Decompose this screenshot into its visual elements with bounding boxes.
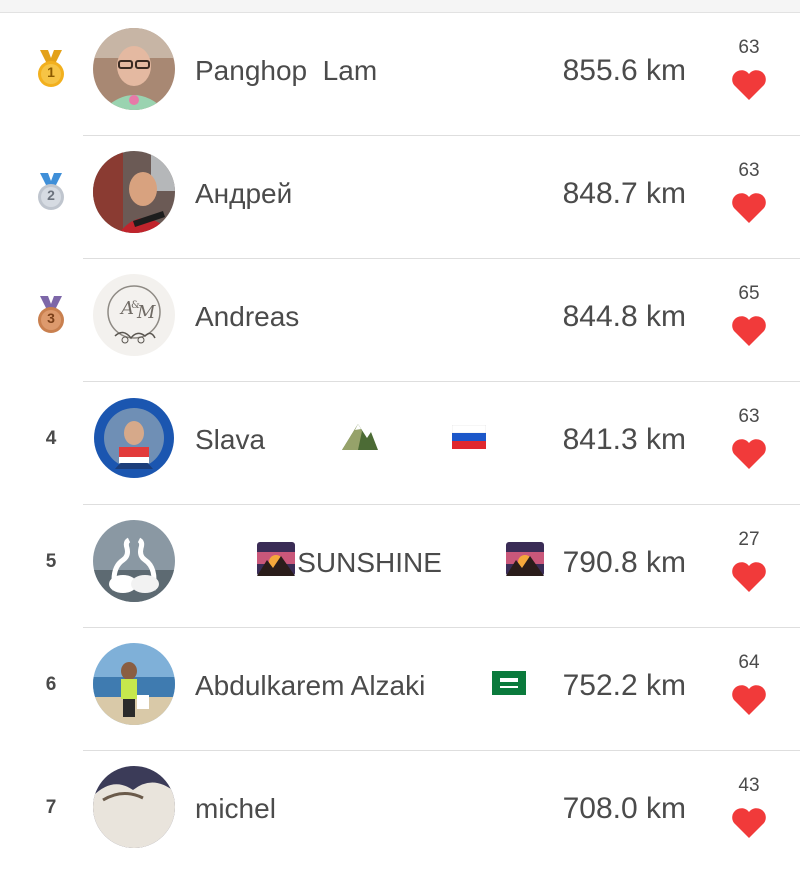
user-name: Андрей xyxy=(195,178,293,209)
avatar[interactable] xyxy=(93,766,175,848)
distance-value: 708.0 km xyxy=(562,792,686,825)
rank-badge: 4 xyxy=(24,417,78,461)
user-name: michel xyxy=(195,793,276,824)
leaderboard-row-1[interactable]: 1 Panghop Lam 855.6 km 63 xyxy=(0,13,800,136)
user-name: Panghop Lam xyxy=(195,55,378,86)
sunset-emoji-icon xyxy=(195,506,296,621)
like-count: 63 xyxy=(738,37,760,58)
gold-medal-icon: 1 xyxy=(34,48,68,92)
avatar[interactable] xyxy=(93,397,175,479)
rank-badge: 6 xyxy=(24,663,78,707)
rank-number: 6 xyxy=(45,674,57,695)
rank-number: 5 xyxy=(45,551,57,572)
user-name-text: Abdulkarem Alzaki xyxy=(195,670,426,701)
like-count: 63 xyxy=(738,160,760,181)
russia-flag-icon xyxy=(389,386,486,494)
distance-value: 841.3 km xyxy=(562,423,686,456)
user-name-text: Slava xyxy=(195,424,266,455)
silver-medal-icon: 2 xyxy=(34,171,68,215)
avatar[interactable] xyxy=(93,151,175,233)
leaderboard-row-2[interactable]: 2 Андрей 848.7 km 63 xyxy=(0,136,800,259)
user-name: Andreas xyxy=(195,301,300,332)
distance-value: 844.8 km xyxy=(562,300,686,333)
leaderboard-row-7[interactable]: 7 michel 708.0 km 43 xyxy=(0,751,800,874)
top-bar xyxy=(0,0,800,13)
avatar[interactable] xyxy=(93,28,175,110)
like-count: 63 xyxy=(738,406,760,427)
heart-icon[interactable] xyxy=(730,560,768,594)
distance-value: 855.6 km xyxy=(562,54,686,87)
rank-badge: 2 xyxy=(24,171,78,215)
bronze-medal-icon: 3 xyxy=(34,294,68,338)
leaderboard-row-5[interactable]: 5 SUNSHINE 790.8 km 27 xyxy=(0,505,800,628)
user-name-text: SUNSHINE xyxy=(297,547,442,578)
leaderboard-row-4[interactable]: 4 Slava 841.3 km 63 xyxy=(0,382,800,505)
heart-icon[interactable] xyxy=(730,437,768,471)
avatar[interactable]: A & M xyxy=(93,274,175,356)
distance-value: 848.7 km xyxy=(562,177,686,210)
user-name: SUNSHINE xyxy=(195,541,545,581)
rank-number: 4 xyxy=(45,428,57,449)
leaderboard-row-3[interactable]: 3 A & M Andreas 844.8 km 65 xyxy=(0,259,800,382)
rank-badge: 1 xyxy=(24,48,78,92)
distance-value: 790.8 km xyxy=(562,546,686,579)
heart-icon[interactable] xyxy=(730,314,768,348)
rank-badge: 5 xyxy=(24,540,78,584)
heart-icon[interactable] xyxy=(730,683,768,717)
leaderboard-list: 1 Panghop Lam 855.6 km 63 2 Андрей 848.7… xyxy=(0,13,800,874)
user-name: Abdulkarem Alzaki xyxy=(195,668,526,704)
avatar[interactable] xyxy=(93,520,175,602)
mountain-emoji-icon xyxy=(279,385,379,496)
rank-badge: 7 xyxy=(24,786,78,830)
sunset-emoji-icon xyxy=(444,506,545,621)
like-count: 64 xyxy=(738,652,760,673)
user-name: Slava xyxy=(195,422,486,458)
leaderboard-row-6[interactable]: 6 Abdulkarem Alzaki 752.2 km 64 xyxy=(0,628,800,751)
rank-number: 7 xyxy=(45,797,57,818)
heart-icon[interactable] xyxy=(730,806,768,840)
heart-icon[interactable] xyxy=(730,68,768,102)
like-count: 27 xyxy=(738,529,760,550)
like-count: 65 xyxy=(738,283,760,304)
rank-badge: 3 xyxy=(24,294,78,338)
distance-value: 752.2 km xyxy=(562,669,686,702)
like-count: 43 xyxy=(738,775,760,796)
heart-icon[interactable] xyxy=(730,191,768,225)
avatar[interactable] xyxy=(93,643,175,725)
saudi-flag-icon xyxy=(429,632,526,740)
svg-text:M: M xyxy=(136,302,156,323)
